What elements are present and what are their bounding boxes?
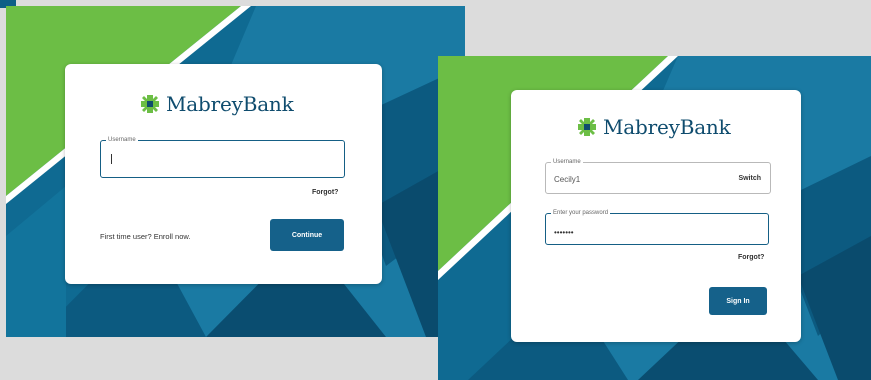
- login-card: MabreyBank Username Cecily1 Switch Enter…: [511, 90, 801, 342]
- brand-logo: MabreyBank: [577, 115, 731, 139]
- brand-name: MabreyBank: [166, 92, 294, 116]
- enroll-link[interactable]: First time user? Enroll now.: [100, 232, 190, 241]
- username-label: Username: [551, 158, 583, 166]
- forgot-link[interactable]: Forgot?: [312, 189, 338, 196]
- brand-logo: MabreyBank: [140, 92, 294, 116]
- username-value: Cecily1: [554, 175, 581, 184]
- login-card: MabreyBank Username Forgot? First time u…: [65, 64, 382, 284]
- brand-name: MabreyBank: [603, 115, 731, 139]
- text-caret: [111, 154, 112, 164]
- username-field[interactable]: Username: [100, 136, 345, 178]
- password-value: •••••••: [554, 228, 574, 237]
- password-label: Enter your password: [551, 209, 611, 217]
- login-screen-username-step: MabreyBank Username Forgot? First time u…: [6, 6, 465, 337]
- sign-in-button[interactable]: Sign In: [709, 287, 767, 315]
- flower-cross-logo-icon: [141, 95, 159, 113]
- login-screen-password-step: MabreyBank Username Cecily1 Switch Enter…: [438, 56, 871, 380]
- username-field: Username Cecily1 Switch: [545, 158, 771, 194]
- forgot-link[interactable]: Forgot?: [738, 254, 764, 261]
- username-label: Username: [106, 136, 138, 144]
- continue-button[interactable]: Continue: [270, 219, 344, 251]
- switch-user-link[interactable]: Switch: [738, 175, 761, 182]
- password-field[interactable]: Enter your password •••••••: [545, 209, 769, 245]
- flower-cross-logo-icon: [578, 118, 596, 136]
